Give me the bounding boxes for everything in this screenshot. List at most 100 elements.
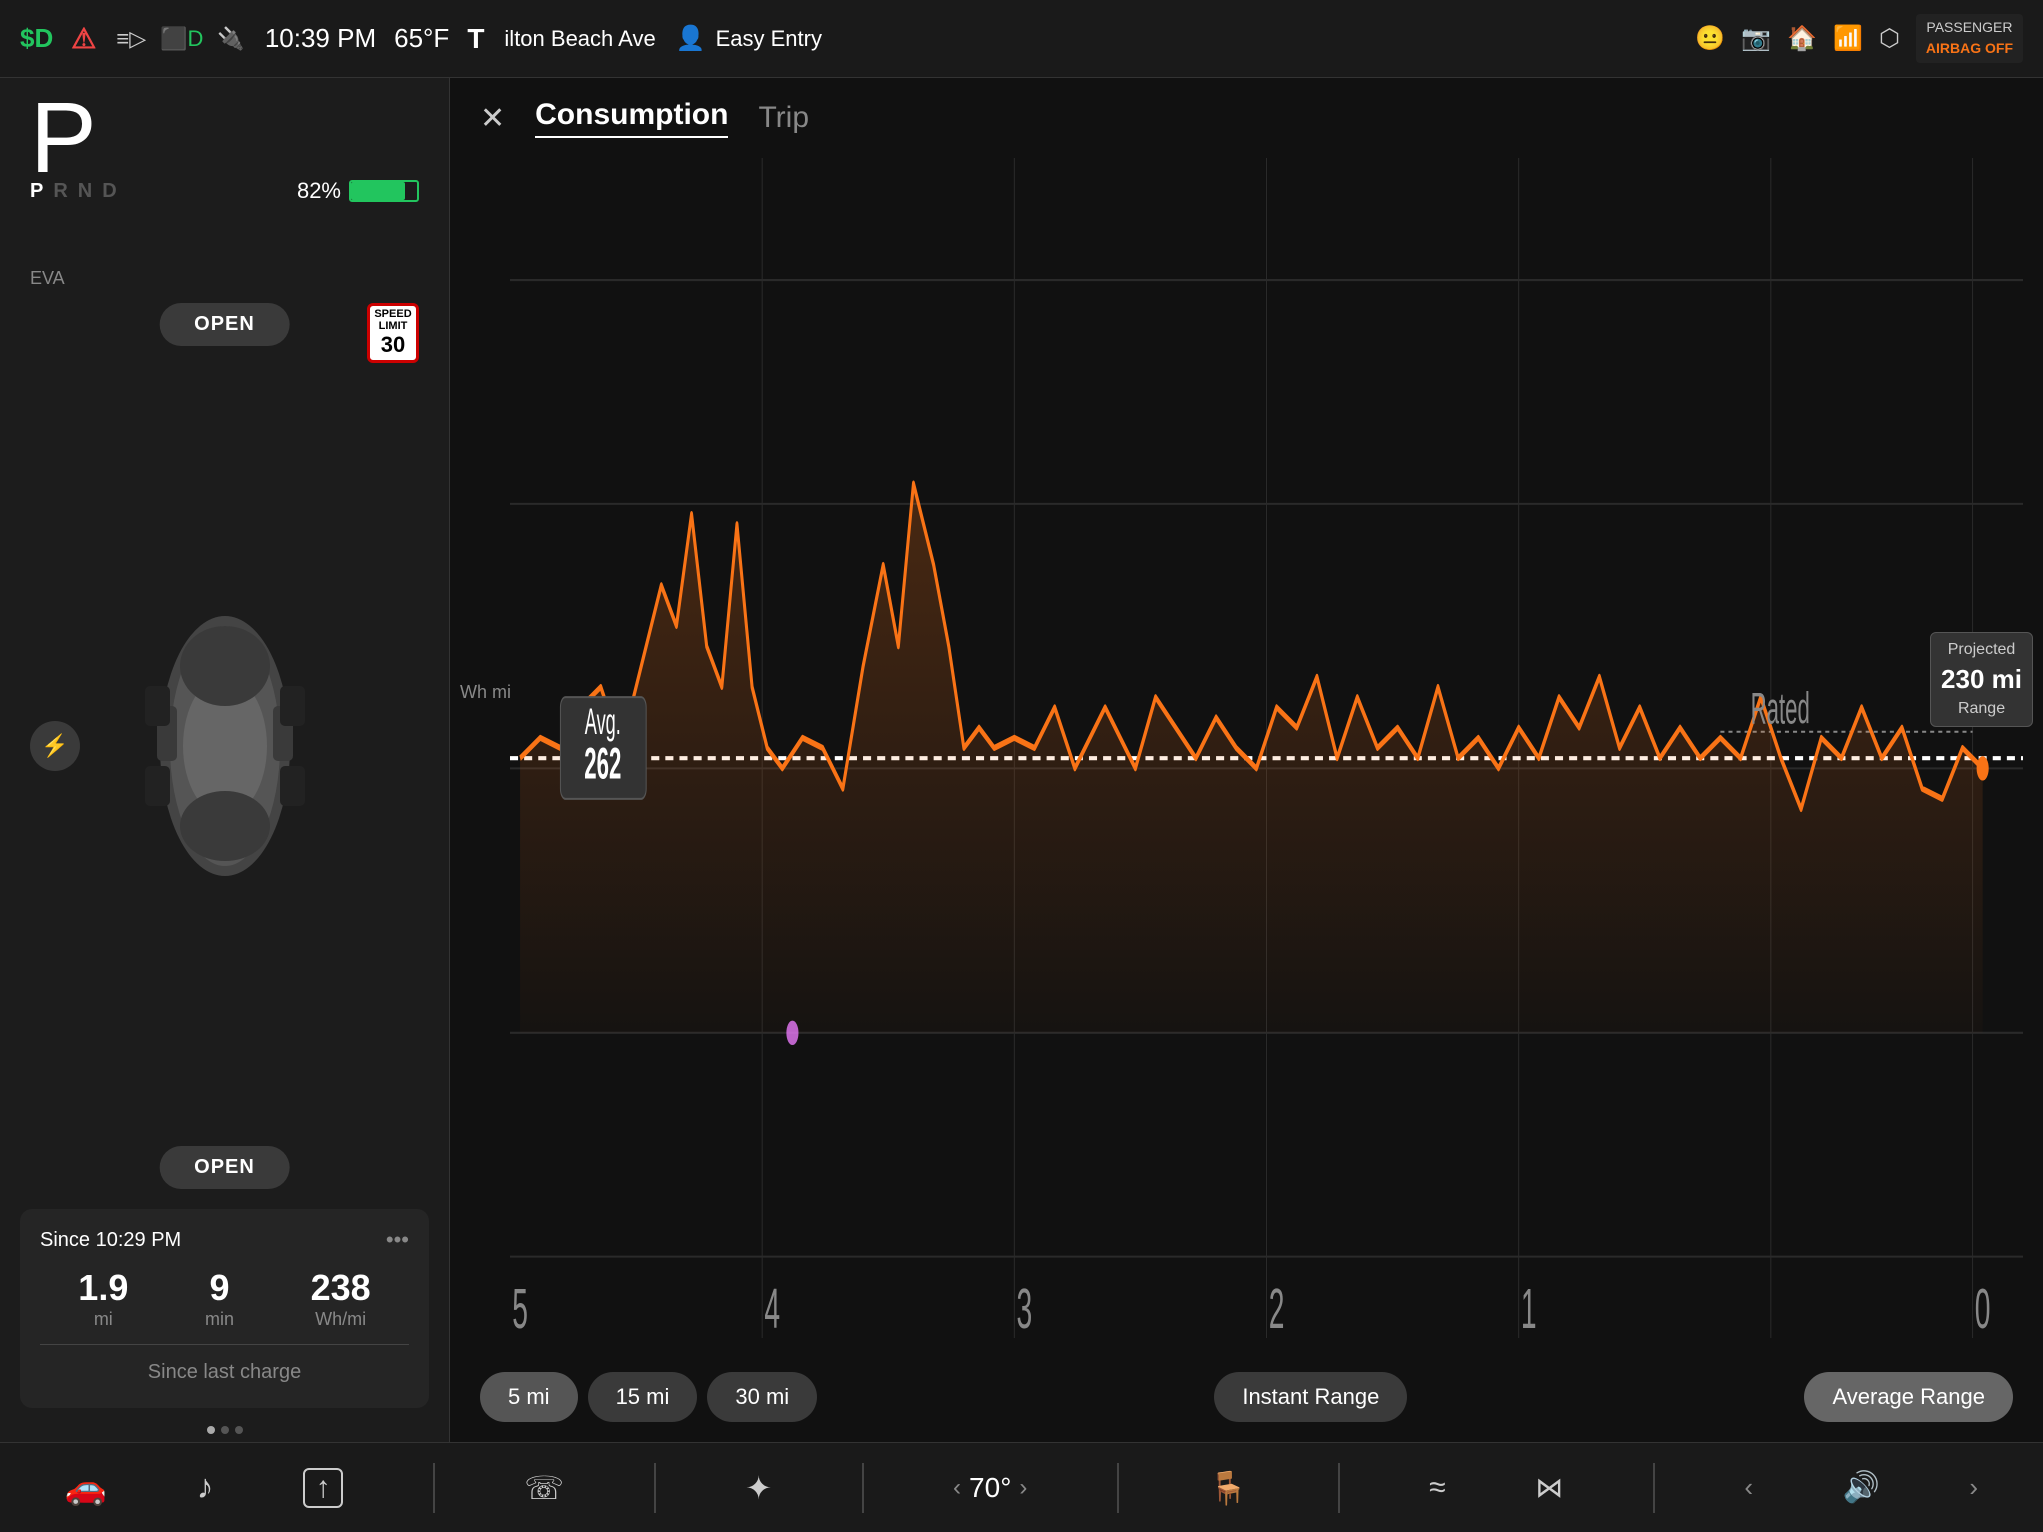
tab-consumption[interactable]: Consumption <box>535 98 728 138</box>
svg-text:262: 262 <box>584 739 621 788</box>
distance-unit: mi <box>78 1309 128 1330</box>
temperature-value: 70° <box>969 1472 1011 1504</box>
range-buttons: 5 mi 15 mi 30 mi Instant Range Average R… <box>450 1358 2043 1442</box>
stat-distance: 1.9 mi <box>78 1267 128 1330</box>
status-bar: $D ⚠ ≡▷ ⬛D 🔌 10:39 PM 65°F T ilton Beach… <box>0 0 2043 78</box>
face-icon[interactable]: 😐 <box>1695 24 1725 53</box>
right-panel: ✕ Consumption Trip Wh mi 900 <box>450 78 2043 1442</box>
range-label: Range <box>1941 698 2022 720</box>
apps-icon[interactable]: ↑ <box>303 1468 343 1508</box>
phone-icon[interactable]: ☏ <box>524 1469 564 1507</box>
easy-entry-area[interactable]: 👤 Easy Entry <box>676 24 822 53</box>
gear-display: P <box>30 88 97 188</box>
stats-row: 1.9 mi 9 min 238 Wh/mi <box>40 1267 409 1330</box>
camera-icon[interactable]: 📷 <box>1741 24 1771 53</box>
time-area: 10:39 PM 65°F T <box>265 23 485 55</box>
stats-divider <box>40 1344 409 1345</box>
divider-3 <box>862 1463 864 1513</box>
gear-n[interactable]: N <box>78 180 92 203</box>
energy-unit: Wh/mi <box>311 1309 371 1330</box>
svg-text:0: 0 <box>1975 1276 1991 1338</box>
lightning-icon: ⚡ <box>41 733 68 759</box>
charging-indicator[interactable]: ⚡ <box>30 721 80 771</box>
center-icons: ≡▷ ⬛D 🔌 <box>116 26 244 52</box>
energy-value: 238 <box>311 1267 371 1309</box>
stats-panel: Since 10:29 PM ••• 1.9 mi 9 min 238 Wh/m… <box>20 1209 429 1408</box>
svg-text:Rated: Rated <box>1751 684 1810 733</box>
music-icon[interactable]: ♪ <box>197 1468 214 1507</box>
divider-5 <box>1338 1463 1340 1513</box>
time-unit: min <box>205 1309 234 1330</box>
defrost-rear-icon[interactable]: ≈ <box>1429 1471 1445 1505</box>
car-visualization: OPEN SPEEDLIMIT 30 <box>0 293 449 1199</box>
time-value: 9 <box>205 1267 234 1309</box>
gear-r[interactable]: R <box>53 180 67 203</box>
temp-right-chevron[interactable]: › <box>1019 1474 1027 1502</box>
gear-p[interactable]: P <box>30 180 43 203</box>
divider-6 <box>1653 1463 1655 1513</box>
gear-d[interactable]: D <box>102 180 116 203</box>
speed-limit-sign: SPEEDLIMIT 30 <box>367 303 419 363</box>
stats-since-label: Since 10:29 PM <box>40 1229 181 1252</box>
temperature-display: 65°F <box>394 23 449 54</box>
warning-icon: ⚠ <box>71 22 96 55</box>
svg-text:5: 5 <box>512 1276 528 1338</box>
tesla-logo: T <box>467 23 484 55</box>
vol-right-chevron[interactable]: › <box>1969 1472 1978 1503</box>
dot-1 <box>207 1426 215 1434</box>
divider-1 <box>433 1463 435 1513</box>
stats-menu-icon[interactable]: ••• <box>386 1227 409 1253</box>
plug-icon: 🔌 <box>217 26 244 52</box>
vol-left-chevron[interactable]: ‹ <box>1744 1472 1753 1503</box>
stats-header: Since 10:29 PM ••• <box>40 1227 409 1253</box>
battery-percent-text: 82% <box>297 178 341 204</box>
tab-trip[interactable]: Trip <box>758 101 809 135</box>
svg-text:3: 3 <box>1017 1276 1033 1338</box>
car-icon[interactable]: 🚗 <box>65 1468 107 1508</box>
projected-miles-value: 230 mi <box>1941 661 2022 697</box>
chart-container: Wh mi 900 600 0 -300 5 <box>450 148 2043 1358</box>
open-trunk-button[interactable]: OPEN <box>159 1146 290 1189</box>
divider-4 <box>1117 1463 1119 1513</box>
volume-icon[interactable]: 🔊 <box>1843 1470 1880 1505</box>
eva-label: EVA <box>0 264 449 293</box>
car-top-view <box>135 591 315 901</box>
wifi-icon[interactable]: 📶 <box>1833 24 1863 53</box>
speed-limit-number: 30 <box>381 332 405 358</box>
dollar-d-icon: $D <box>20 23 53 54</box>
projected-range-tooltip: Projected 230 mi Range <box>1930 632 2033 727</box>
status-right-icons: 😐 📷 🏠 📶 ⬡ PASSENGER AIRBAG OFF <box>1695 14 2023 64</box>
divider-2 <box>654 1463 656 1513</box>
instant-range-button[interactable]: Instant Range <box>1214 1372 1407 1422</box>
svg-text:4: 4 <box>764 1276 780 1338</box>
average-range-button[interactable]: Average Range <box>1804 1372 2013 1422</box>
defrost-front-icon[interactable]: ⋈ <box>1535 1471 1563 1504</box>
range-30mi-button[interactable]: 30 mi <box>707 1372 817 1422</box>
fan-icon[interactable]: ✦ <box>745 1469 772 1507</box>
consumption-chart: 900 600 0 -300 5 4 3 2 1 0 <box>510 158 2023 1338</box>
range-15mi-button[interactable]: 15 mi <box>588 1372 698 1422</box>
map-street-text: ilton Beach Ave <box>504 26 655 52</box>
person-icon: 👤 <box>676 24 706 53</box>
close-button[interactable]: ✕ <box>480 101 505 136</box>
menu-icon: ≡▷ <box>116 26 146 52</box>
since-last-charge-label: Since last charge <box>40 1355 409 1390</box>
bluetooth-icon[interactable]: ⬡ <box>1879 24 1900 53</box>
range-5mi-button[interactable]: 5 mi <box>480 1372 578 1422</box>
time-display: 10:39 PM <box>265 23 376 54</box>
home-icon[interactable]: 🏠 <box>1787 24 1817 53</box>
easy-entry-label: Easy Entry <box>716 26 822 52</box>
open-frunk-button[interactable]: OPEN <box>159 303 290 346</box>
svg-text:2: 2 <box>1269 1276 1285 1338</box>
status-left: $D ⚠ <box>20 22 96 55</box>
dot-2 <box>221 1426 229 1434</box>
speed-limit-label: SPEEDLIMIT <box>374 308 411 332</box>
battery-fill <box>351 182 405 200</box>
seat-icon[interactable]: 🪑 <box>1208 1469 1248 1507</box>
temperature-control: ‹ 70° › <box>953 1472 1027 1504</box>
svg-text:1: 1 <box>1521 1276 1537 1338</box>
projected-label: Projected <box>1941 639 2022 661</box>
temp-left-chevron[interactable]: ‹ <box>953 1474 961 1502</box>
svg-text:Avg.: Avg. <box>585 702 621 743</box>
taskbar: 🚗 ♪ ↑ ☏ ✦ ‹ 70° › 🪑 ≈ ⋈ ‹ 🔊 › <box>0 1442 2043 1532</box>
